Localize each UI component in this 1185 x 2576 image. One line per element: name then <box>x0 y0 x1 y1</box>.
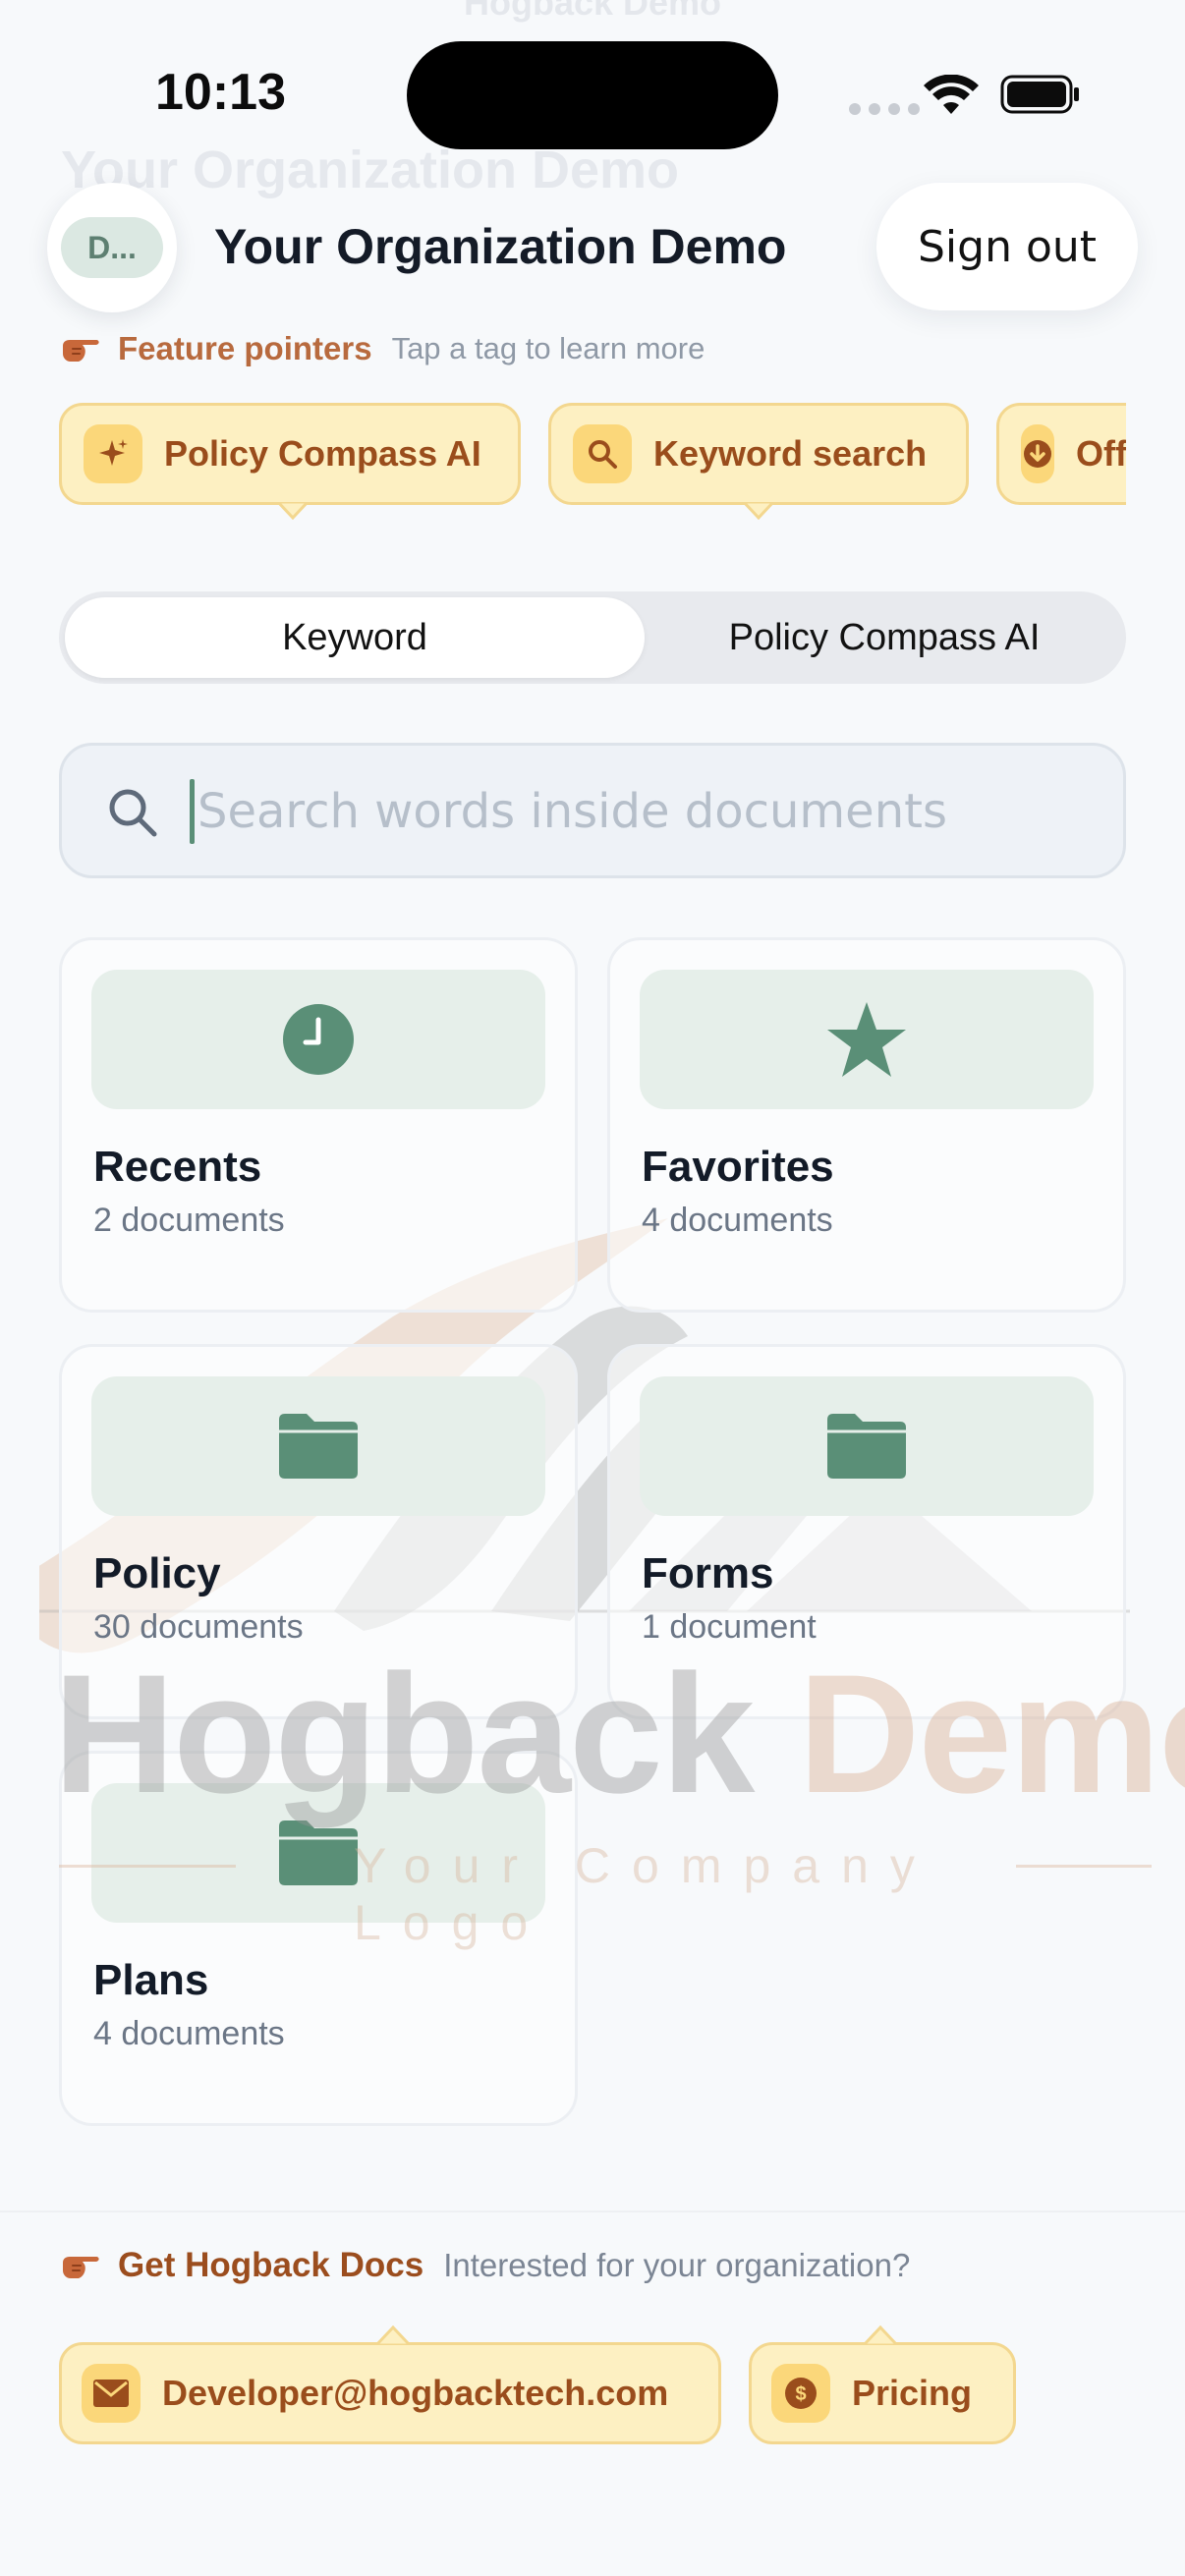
chip-pointer-tail <box>744 502 773 520</box>
get-docs-header: Get Hogback Docs Interested for your org… <box>59 2246 910 2285</box>
chip-pointer-tail <box>278 502 308 520</box>
search-mode-toggle[interactable]: Keyword Policy Compass AI <box>59 591 1126 684</box>
sign-out-button[interactable]: Sign out <box>876 183 1138 310</box>
folder-icon <box>279 1820 358 1885</box>
page-title: Your Organization Demo <box>214 219 787 274</box>
pointing-hand-icon <box>63 2257 99 2278</box>
card-icon-band <box>640 970 1094 1109</box>
search-icon <box>109 789 157 837</box>
chip-label: Pricing <box>852 2373 973 2413</box>
get-docs-hint: Interested for your organization? <box>443 2247 911 2283</box>
chip-offline-downloads[interactable]: Offline downloads <box>996 403 1126 505</box>
get-docs-label: Get Hogback Docs <box>118 2246 424 2284</box>
section-divider <box>0 2211 1185 2212</box>
tab-keyword[interactable]: Keyword <box>65 597 645 678</box>
chip-label: Developer@hogbacktech.com <box>162 2373 669 2413</box>
card-title: Policy <box>93 1549 221 1597</box>
card-title: Favorites <box>642 1143 834 1191</box>
search-input[interactable] <box>198 769 1082 854</box>
battery-icon <box>1000 75 1079 114</box>
download-icon <box>1021 424 1054 483</box>
feature-pointers-hint: Tap a tag to learn more <box>391 331 705 365</box>
pointing-hand-icon <box>63 340 99 362</box>
clock-icon <box>283 1004 354 1075</box>
chip-label: Keyword search <box>653 433 928 474</box>
mail-icon <box>82 2364 141 2423</box>
folder-icon <box>827 1414 906 1479</box>
card-icon-band <box>91 1376 545 1516</box>
sparkles-icon <box>84 424 142 483</box>
card-subtitle: 2 documents <box>93 1202 285 1239</box>
cellular-signal-icon <box>849 103 920 115</box>
svg-text:$: $ <box>795 2383 806 2405</box>
card-subtitle: 1 document <box>642 1608 817 1646</box>
search-bar[interactable] <box>59 743 1126 878</box>
avatar: D... <box>61 217 163 278</box>
tab-policy-compass-ai[interactable]: Policy Compass AI <box>649 597 1120 678</box>
dynamic-island <box>407 41 778 149</box>
card-title: Forms <box>642 1549 774 1597</box>
chip-policy-compass-ai[interactable]: Policy Compass AI <box>59 403 521 520</box>
wifi-icon <box>924 75 979 114</box>
org-avatar-button[interactable]: D... <box>47 183 177 312</box>
text-caret <box>190 779 195 844</box>
card-title: Recents <box>93 1143 262 1191</box>
card-subtitle: 30 documents <box>93 1608 304 1646</box>
card-title: Plans <box>93 1956 209 2004</box>
folder-icon <box>279 1414 358 1479</box>
collection-card-forms[interactable]: Forms 1 document <box>607 1344 1126 1719</box>
status-time: 10:13 <box>155 64 286 121</box>
collection-card-recents[interactable]: Recents 2 documents <box>59 937 578 1313</box>
search-icon <box>573 424 632 483</box>
chip-label: Offline downloads <box>1076 433 1126 474</box>
ghost-brand-title: Hogback Demo <box>463 0 722 23</box>
collection-card-policy[interactable]: Policy 30 documents <box>59 1344 578 1719</box>
feature-chips-scroller[interactable]: Policy Compass AI Keyword search Offline… <box>59 401 1126 538</box>
card-icon-band <box>91 1783 545 1923</box>
chip-pointer-tail <box>864 2325 897 2345</box>
star-icon <box>827 1002 906 1077</box>
feature-pointers-label: Feature pointers <box>118 330 372 366</box>
dollar-icon: $ <box>771 2364 830 2423</box>
card-subtitle: 4 documents <box>93 2015 285 2052</box>
pricing-chip[interactable]: $ Pricing <box>749 2325 1016 2444</box>
chip-label: Policy Compass AI <box>164 433 481 474</box>
chip-keyword-search[interactable]: Keyword search <box>548 403 969 520</box>
feature-pointers-header: Feature pointers Tap a tag to learn more <box>59 330 705 367</box>
contact-email-chip[interactable]: Developer@hogbacktech.com <box>59 2325 721 2444</box>
collection-card-plans[interactable]: Plans 4 documents <box>59 1751 578 2126</box>
chip-pointer-tail <box>376 2325 410 2345</box>
collection-card-favorites[interactable]: Favorites 4 documents <box>607 937 1126 1313</box>
card-subtitle: 4 documents <box>642 1202 833 1239</box>
card-icon-band <box>91 970 545 1109</box>
card-icon-band <box>640 1376 1094 1516</box>
